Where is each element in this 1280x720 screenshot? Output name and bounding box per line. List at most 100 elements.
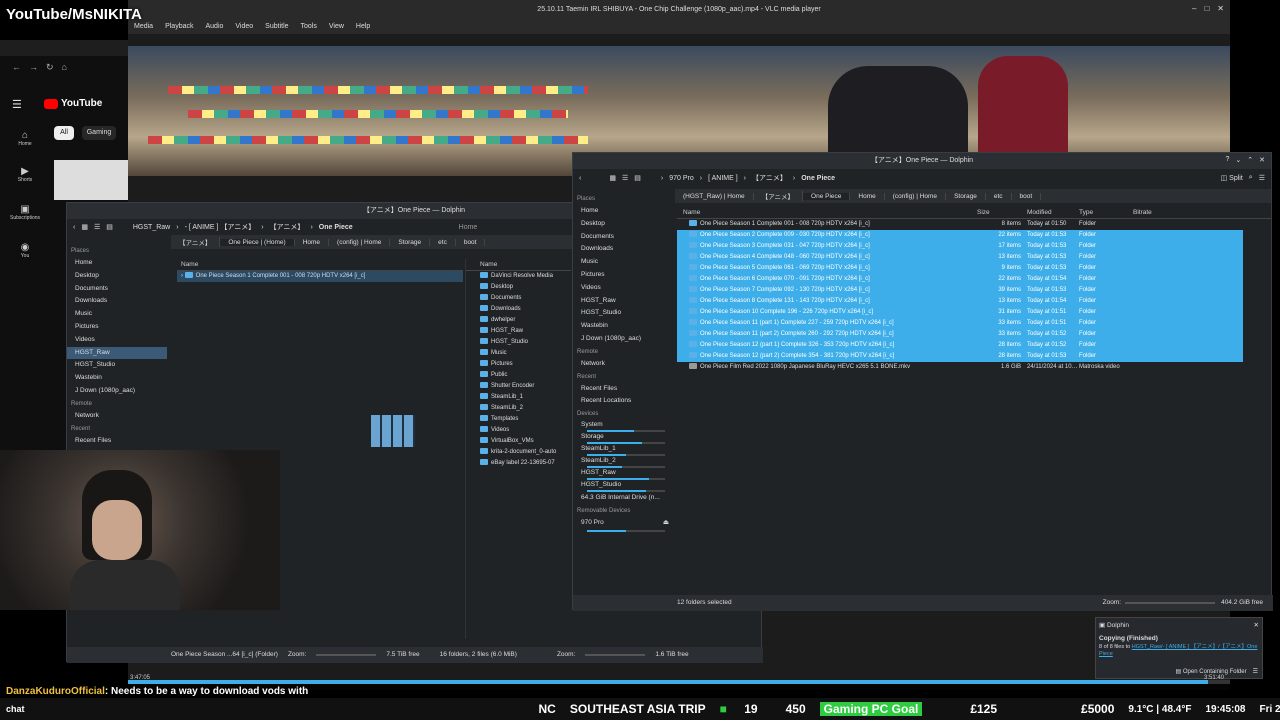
place-music[interactable]: Music	[573, 256, 673, 269]
device-item[interactable]: Storage	[573, 432, 673, 442]
close-icon[interactable]: ✕	[1217, 4, 1224, 13]
video-thumbnail[interactable]	[54, 160, 128, 200]
place-videos[interactable]: Videos	[67, 334, 167, 347]
crumb-anime-jp[interactable]: 【アニメ】	[270, 222, 305, 232]
tab-home[interactable]: Home	[850, 192, 885, 200]
tab-anime[interactable]: 【アニメ】	[171, 237, 221, 247]
tab-home[interactable]: Home	[295, 238, 330, 246]
tab-hgst-home[interactable]: (HGST_Raw) | Home	[675, 192, 754, 200]
place-recent-files[interactable]: Recent Files	[67, 435, 167, 448]
file-row[interactable]: One Piece Season 8 Complete 131 - 143 72…	[677, 296, 1243, 307]
open-folder-button[interactable]: ▤ Open Containing Folder	[1176, 668, 1247, 675]
file-row[interactable]: One Piece Season 11 (part 1) Complete 22…	[677, 318, 1243, 329]
file-row[interactable]: One Piece Season 12 (part 1) Complete 32…	[677, 340, 1243, 351]
reload-icon[interactable]: ↻	[46, 62, 54, 73]
menu-help[interactable]: Help	[356, 20, 370, 34]
file-row[interactable]: One Piece Season 5 Complete 061 - 069 72…	[677, 263, 1243, 274]
hamburger-icon[interactable]: ☰	[12, 98, 22, 111]
file-row[interactable]: One Piece Film Red 2022 1080p Japanese B…	[677, 362, 1271, 373]
file-row[interactable]: One Piece Season 11 (part 2) Complete 26…	[677, 329, 1243, 340]
eject-icon[interactable]: ⏏	[663, 517, 669, 530]
place-hgst-raw[interactable]: HGST_Raw	[67, 346, 167, 360]
device-item[interactable]: SteamLib_1	[573, 444, 673, 454]
crumb-anime[interactable]: - [ ANIME ] 【アニメ】	[185, 222, 256, 232]
file-row[interactable]: › One Piece Season 1 Complete 001 - 008 …	[177, 271, 463, 282]
list-item[interactable]: HGST_Studio	[466, 337, 571, 348]
back-icon[interactable]: ‹	[579, 175, 581, 182]
nav-you[interactable]: ◉ You	[0, 242, 50, 280]
list-item[interactable]: Templates	[466, 414, 571, 425]
place-home[interactable]: Home	[573, 205, 673, 218]
col-name[interactable]: Name	[677, 207, 977, 218]
zoom-slider-2[interactable]	[585, 654, 646, 656]
device-item[interactable]: SteamLib_2	[573, 456, 673, 466]
place-pictures[interactable]: Pictures	[573, 269, 673, 282]
view-details-icon[interactable]: ▤	[634, 174, 641, 182]
close-icon[interactable]: ✕	[1259, 156, 1265, 164]
list-item[interactable]: Documents	[466, 293, 571, 304]
minimize-icon[interactable]: –	[1192, 4, 1196, 13]
crumb-hgst[interactable]: HGST_Raw	[133, 224, 170, 231]
menu-subtitle[interactable]: Subtitle	[265, 20, 288, 34]
crumb-one-piece[interactable]: One Piece	[319, 224, 353, 231]
crumb-right-home[interactable]: Home	[459, 224, 478, 231]
tab-one-piece-home[interactable]: One Piece | (Home)	[220, 238, 295, 246]
place-network[interactable]: Network	[67, 410, 167, 423]
maximize-icon[interactable]: □	[1204, 4, 1209, 13]
list-item[interactable]: Downloads	[466, 304, 571, 315]
file-row[interactable]: One Piece Season 4 Complete 048 - 060 72…	[677, 252, 1243, 263]
tab-storage[interactable]: Storage	[946, 192, 986, 200]
place-wastebin[interactable]: Wastebin	[67, 372, 167, 385]
view-icons-icon[interactable]: ▦	[609, 174, 616, 182]
place-jdown[interactable]: J Down (1080p_aac)	[573, 333, 673, 346]
tab-etc[interactable]: etc	[986, 192, 1012, 200]
file-row[interactable]: One Piece Season 7 Complete 092 - 130 72…	[677, 285, 1243, 296]
crumb-970pro[interactable]: 970 Pro	[669, 175, 694, 182]
list-item[interactable]: Videos	[466, 425, 571, 436]
list-item[interactable]: Music	[466, 348, 571, 359]
chip-gaming[interactable]: Gaming	[82, 126, 116, 140]
help-icon[interactable]: ?	[1225, 156, 1229, 164]
file-row[interactable]: One Piece Season 10 Complete 196 - 226 7…	[677, 307, 1243, 318]
list-item[interactable]: Desktop	[466, 282, 571, 293]
list-item[interactable]: DaVinci Resolve Media	[466, 271, 571, 282]
back-icon[interactable]: ‹	[73, 224, 75, 231]
list-item[interactable]: Public	[466, 370, 571, 381]
hamburger-icon[interactable]: ☰	[1259, 174, 1265, 182]
menu-tools[interactable]: Tools	[301, 20, 317, 34]
place-wastebin[interactable]: Wastebin	[573, 320, 673, 333]
zoom-slider[interactable]	[1125, 602, 1216, 604]
crumb-one-piece[interactable]: One Piece	[801, 175, 835, 182]
view-compact-icon[interactable]: ☰	[622, 174, 628, 182]
split-button[interactable]: ◫ Split	[1221, 174, 1243, 182]
crumb-anime-jp[interactable]: 【アニメ】	[752, 173, 787, 183]
minimize-icon[interactable]: ⌄	[1235, 156, 1241, 164]
more-icon[interactable]: ☰	[1253, 668, 1258, 675]
place-hgst-raw[interactable]: HGST_Raw	[573, 295, 673, 308]
file-row[interactable]: One Piece Season 2 Complete 009 - 030 72…	[677, 230, 1243, 241]
forward-icon[interactable]: →	[29, 62, 38, 72]
place-pictures[interactable]: Pictures	[67, 321, 167, 334]
nav-shorts[interactable]: ▶ Shorts	[0, 166, 50, 204]
list-item[interactable]: VirtualBox_VMs	[466, 436, 571, 447]
place-videos[interactable]: Videos	[573, 282, 673, 295]
col-modified[interactable]: Modified	[1027, 207, 1079, 218]
file-row[interactable]: One Piece Season 1 Complete 001 - 008 72…	[677, 219, 1271, 230]
menu-playback[interactable]: Playback	[165, 20, 193, 34]
maximize-icon[interactable]: ⌃	[1247, 156, 1253, 164]
view-icons-icon[interactable]: ▦	[81, 223, 88, 231]
place-music[interactable]: Music	[67, 308, 167, 321]
device-item[interactable]: HGST_Studio	[573, 480, 673, 490]
back-icon[interactable]: ←	[12, 62, 21, 72]
col-name[interactable]: Name	[177, 259, 463, 271]
file-row[interactable]: One Piece Season 12 (part 2) Complete 35…	[677, 351, 1243, 362]
place-home[interactable]: Home	[67, 257, 167, 270]
menu-video[interactable]: Video	[235, 20, 253, 34]
file-row[interactable]: One Piece Season 3 Complete 031 - 047 72…	[677, 241, 1243, 252]
place-downloads[interactable]: Downloads	[67, 295, 167, 308]
device-item[interactable]: System	[573, 420, 673, 430]
tab-boot[interactable]: boot	[456, 238, 486, 246]
list-item[interactable]: SteamLib_2	[466, 403, 571, 414]
tab-config[interactable]: (config) | Home	[885, 192, 947, 200]
place-documents[interactable]: Documents	[573, 231, 673, 244]
